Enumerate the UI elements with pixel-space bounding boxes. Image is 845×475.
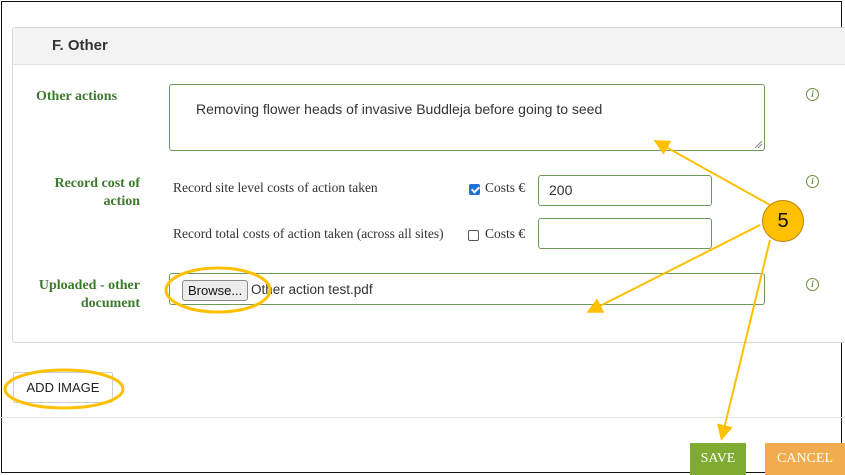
save-button[interactable]: SAVE — [690, 443, 746, 475]
add-image-button[interactable]: ADD IMAGE — [13, 372, 113, 403]
cancel-button[interactable]: CANCEL — [765, 443, 845, 475]
uploaded-label-line1: Uploaded - other — [38, 278, 140, 293]
site-level-cost-checkbox[interactable] — [469, 184, 480, 195]
site-level-cost-input[interactable]: 200 — [538, 175, 712, 206]
total-cost-checkbox[interactable] — [468, 230, 479, 241]
divider — [0, 417, 845, 418]
total-costs-label: Costs € — [485, 226, 526, 241]
info-icon[interactable]: i — [806, 278, 819, 291]
annotation-badge: 5 — [762, 200, 804, 242]
site-level-cost-label: Record site level costs of action taken — [173, 180, 378, 195]
info-icon[interactable]: i — [806, 175, 819, 188]
section-title: F. Other — [52, 37, 108, 54]
resize-grip-icon[interactable] — [753, 139, 763, 149]
total-cost-label: Record total costs of action taken (acro… — [173, 226, 444, 241]
total-cost-input[interactable] — [538, 218, 712, 249]
uploaded-filename: Other action test.pdf — [251, 282, 373, 297]
info-icon[interactable]: i — [806, 88, 819, 101]
other-actions-value: Removing flower heads of invasive Buddle… — [196, 101, 603, 117]
section-header: F. Other — [13, 28, 845, 65]
record-cost-label-line1: Record cost of — [54, 176, 140, 191]
record-cost-label: Record cost of action — [40, 175, 140, 211]
file-upload-field[interactable]: Browse... Other action test.pdf — [169, 273, 765, 305]
other-actions-textarea[interactable]: Removing flower heads of invasive Buddle… — [169, 84, 765, 151]
uploaded-label-line2: document — [80, 296, 140, 311]
uploaded-document-label: Uploaded - other document — [20, 277, 140, 313]
browse-button[interactable]: Browse... — [182, 280, 249, 301]
site-level-costs-label: Costs € — [485, 180, 526, 195]
record-cost-label-line2: action — [103, 194, 140, 209]
other-actions-label: Other actions — [36, 89, 118, 104]
